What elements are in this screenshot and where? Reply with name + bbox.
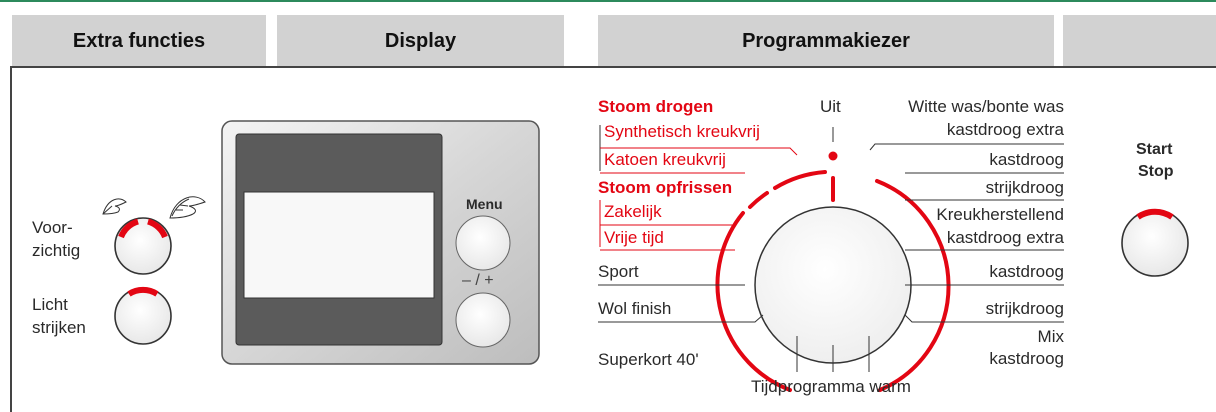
program-steam-refresh-heading: Stoom opfrissen <box>598 178 733 197</box>
program-dial[interactable] <box>754 151 912 364</box>
program-sport: Sport <box>598 262 639 281</box>
stop-label: Stop <box>1138 163 1174 180</box>
start-label: Start <box>1136 141 1173 158</box>
careful-label-line2: zichtig <box>32 241 81 260</box>
program-synthetic-crease-free: Synthetisch kreukvrij <box>604 122 760 141</box>
light-iron-button[interactable] <box>114 286 172 345</box>
program-timed-warm: Tijdprogramma warm <box>751 377 911 396</box>
program-cotton-crease-free: Katoen kreukvrij <box>604 150 726 169</box>
feather-heavy-icon <box>169 196 206 219</box>
start-stop-button[interactable] <box>1121 208 1189 277</box>
program-crease-restore-line1: Kreukherstellend <box>936 205 1064 224</box>
light-iron-label-line2: strijken <box>32 318 86 337</box>
program-steam-dry-heading: Stoom drogen <box>598 97 714 116</box>
light-iron-label-line1: Licht <box>32 295 68 314</box>
menu-button[interactable] <box>455 215 511 271</box>
program-iron-dry-1: strijkdroog <box>985 178 1064 197</box>
program-crease-restore-line2: kastdroog extra <box>946 228 1064 247</box>
program-iron-dry-2: strijkdroog <box>985 299 1064 318</box>
careful-label-line1: Voor- <box>32 218 73 237</box>
program-white-color-line2: kastdroog extra <box>946 120 1064 139</box>
program-business: Zakelijk <box>604 202 662 221</box>
program-mix-line1: Mix <box>1037 327 1064 346</box>
program-leisure: Vrije tijd <box>604 228 664 247</box>
program-wool-finish: Wol finish <box>598 299 672 318</box>
program-off: Uit <box>820 97 841 116</box>
careful-button[interactable] <box>114 217 172 275</box>
program-cupboard-dry-2: kastdroog <box>989 262 1064 281</box>
program-super-short: Superkort 40' <box>598 350 699 369</box>
feather-light-icon <box>102 198 127 215</box>
program-white-color-line1: Witte was/bonte was <box>908 97 1064 116</box>
minus-plus-label: – / + <box>462 272 494 289</box>
program-mix-line2: kastdroog <box>989 349 1064 368</box>
menu-label: Menu <box>466 196 503 212</box>
program-cupboard-dry-1: kastdroog <box>989 150 1064 169</box>
minus-plus-button[interactable] <box>455 292 511 348</box>
